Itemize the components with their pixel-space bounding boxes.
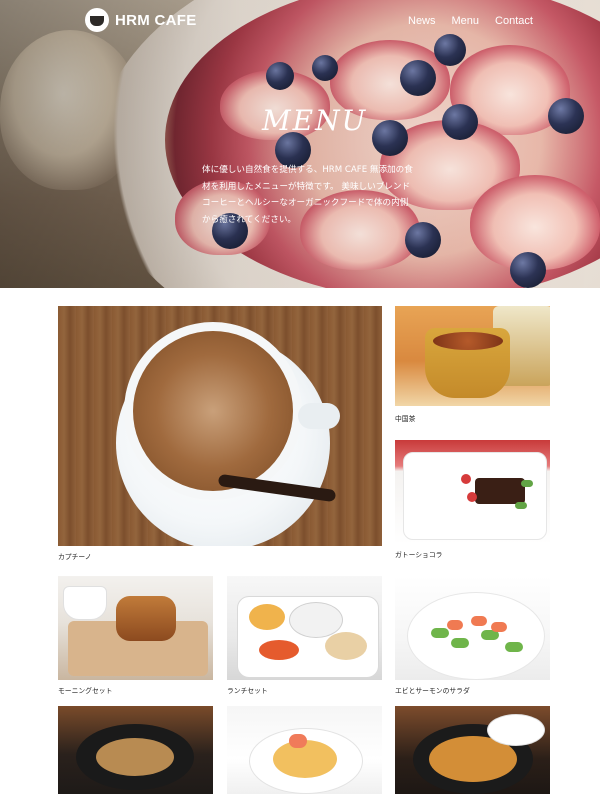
- menu-item-label: 中国茶: [395, 415, 416, 423]
- hero-description: 体に優しい自然食を提供する、HRM CAFE 無添加の食材を利用したメニューが特…: [202, 165, 413, 225]
- lettuce-leaf: [431, 628, 449, 638]
- hero-banner: HRM CAFE News Menu Contact MENU 体に優しい自然食…: [0, 0, 600, 288]
- site-logo[interactable]: HRM CAFE: [85, 8, 197, 32]
- lettuce-leaf: [451, 638, 469, 648]
- salad-dish: [259, 640, 299, 660]
- menu-item-shrimp-salmon-salad-image[interactable]: [395, 576, 550, 680]
- menu-item-chinese-tea-image[interactable]: [395, 306, 550, 406]
- hero-overlay: [0, 0, 600, 288]
- salmon-topping: [289, 734, 307, 748]
- shrimp: [491, 622, 507, 632]
- menu-item-lunch-set-image[interactable]: [227, 576, 382, 680]
- menu-item-cappuccino-image[interactable]: [58, 306, 382, 546]
- mint-leaf: [515, 502, 527, 509]
- salad-plate: [407, 592, 545, 680]
- menu-item-label: ランチセット: [227, 687, 268, 695]
- menu-item-ajillo-image[interactable]: [58, 706, 213, 794]
- mint-leaf: [521, 480, 533, 487]
- coffee-cup: [63, 586, 107, 620]
- menu-item-label: カプチーノ: [58, 553, 92, 561]
- main-nav: News Menu Contact: [408, 15, 533, 27]
- chocolate-cake: [475, 478, 525, 504]
- strawberry: [461, 474, 471, 484]
- menu-item-gateau-chocolat-image[interactable]: [395, 440, 550, 544]
- menu-item-morning-set-image[interactable]: [58, 576, 213, 680]
- bread: [116, 596, 176, 641]
- menu-item-paella-image[interactable]: [395, 706, 550, 794]
- coffee-latte-art: [133, 331, 293, 491]
- menu-item-label: ガトーショコラ: [395, 551, 443, 559]
- strawberry: [467, 492, 477, 502]
- tea-liquid: [433, 332, 503, 350]
- cup-handle: [298, 403, 340, 429]
- ajillo-oil: [96, 738, 174, 776]
- nav-menu[interactable]: Menu: [452, 15, 480, 27]
- lettuce-leaf: [505, 642, 523, 652]
- nav-news[interactable]: News: [408, 15, 436, 27]
- brand-name: HRM CAFE: [115, 11, 197, 29]
- menu-item-pasta-image[interactable]: [227, 706, 382, 794]
- coffee-cup-logo-icon: [85, 8, 109, 32]
- shrimp: [447, 620, 463, 630]
- bread-dish: [325, 632, 367, 660]
- menu-item-label: モーニングセット: [58, 687, 113, 695]
- coffee-cup-icon: [90, 16, 104, 26]
- menu-item-label: エビとサーモンのサラダ: [395, 687, 470, 695]
- page-title: MENU: [262, 104, 368, 137]
- nav-contact[interactable]: Contact: [495, 15, 533, 27]
- shrimp: [471, 616, 487, 626]
- side-plate: [487, 714, 545, 746]
- side-dish: [249, 604, 285, 630]
- plate: [289, 602, 343, 638]
